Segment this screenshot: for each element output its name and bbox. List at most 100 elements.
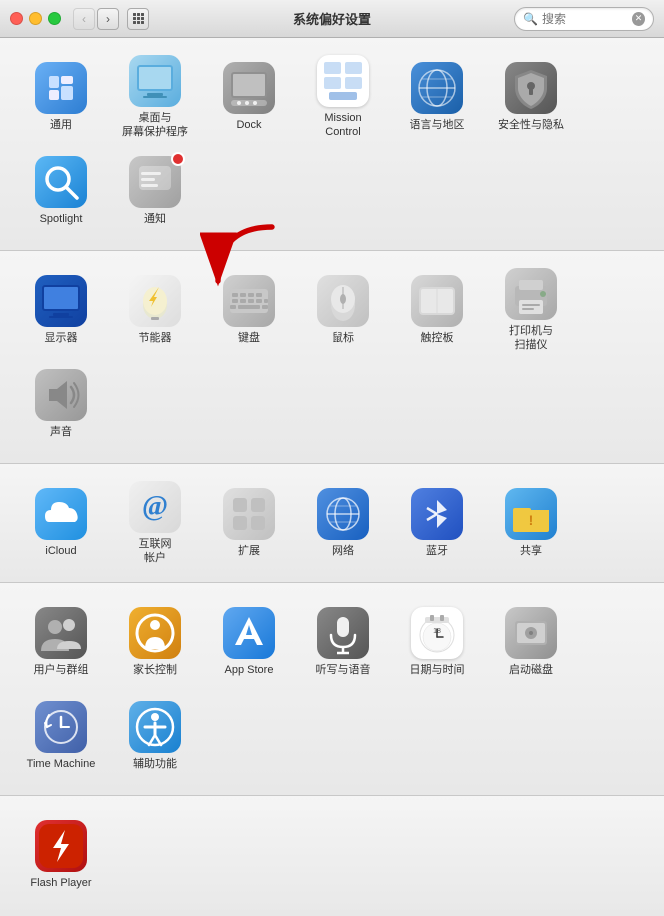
network-label: 网络 xyxy=(332,544,354,558)
sidebar-item-sound[interactable]: 声音 xyxy=(16,359,106,449)
sidebar-item-display[interactable]: 显示器 xyxy=(16,265,106,355)
sidebar-item-language[interactable]: 语言与地区 xyxy=(392,52,482,142)
dock-icon xyxy=(223,62,275,114)
keyboard-icon xyxy=(223,275,275,327)
sidebar-item-spotlight[interactable]: Spotlight xyxy=(16,146,106,236)
search-box[interactable]: 🔍 ✕ xyxy=(514,7,654,31)
internet-accounts-label: 互联网帐户 xyxy=(139,537,172,566)
titlebar: ‹ › 系统偏好设置 🔍 ✕ xyxy=(0,0,664,38)
dictation-icon xyxy=(317,607,369,659)
users-icon xyxy=(35,607,87,659)
bluetooth-icon xyxy=(411,488,463,540)
keyboard-label: 键盘 xyxy=(238,331,260,345)
sidebar-item-timemachine[interactable]: Time Machine xyxy=(16,691,106,781)
section-system-grid: 用户与群组 家长控制 xyxy=(16,597,648,781)
sidebar-item-internet-accounts[interactable]: @ 互联网帐户 xyxy=(110,478,200,568)
search-input[interactable] xyxy=(542,12,632,26)
grid-button[interactable] xyxy=(127,8,149,30)
section-personal: 通用 桌面与屏幕保护程序 xyxy=(0,38,664,251)
sidebar-item-desktop[interactable]: 桌面与屏幕保护程序 xyxy=(110,52,200,142)
notify-label: 通知 xyxy=(144,212,166,226)
printer-label: 打印机与扫描仪 xyxy=(509,324,553,353)
language-icon xyxy=(411,62,463,114)
sidebar-item-datetime[interactable]: 18 日期与时间 xyxy=(392,597,482,687)
datetime-icon: 18 xyxy=(411,607,463,659)
sidebar-item-printer[interactable]: 打印机与扫描仪 xyxy=(486,265,576,355)
mission-label: MissionControl xyxy=(324,111,361,140)
sidebar-item-startup[interactable]: 启动磁盘 xyxy=(486,597,576,687)
mouse-label: 鼠标 xyxy=(332,331,354,345)
section-internet: iCloud @ 互联网帐户 xyxy=(0,464,664,583)
section-hardware-grid: 显示器 节能器 xyxy=(16,265,648,449)
sidebar-item-mission[interactable]: MissionControl xyxy=(298,52,388,142)
grid-icon xyxy=(133,13,144,24)
appstore-icon xyxy=(223,607,275,659)
close-button[interactable] xyxy=(10,12,23,25)
sidebar-item-access[interactable]: 辅助功能 xyxy=(110,691,200,781)
sidebar-item-icloud[interactable]: iCloud xyxy=(16,478,106,568)
startup-label: 启动磁盘 xyxy=(509,663,553,677)
sidebar-item-users[interactable]: 用户与群组 xyxy=(16,597,106,687)
sidebar-item-share[interactable]: ! 共享 xyxy=(486,478,576,568)
energy-label: 节能器 xyxy=(139,331,172,345)
sidebar-item-parental[interactable]: 家长控制 xyxy=(110,597,200,687)
section-other: Flash Player xyxy=(0,796,664,916)
dictation-label: 听写与语音 xyxy=(316,663,371,677)
general-icon xyxy=(35,62,87,114)
sidebar-item-keyboard[interactable]: 键盘 xyxy=(204,265,294,355)
section-personal-grid: 通用 桌面与屏幕保护程序 xyxy=(16,52,648,236)
sidebar-item-mouse[interactable]: 鼠标 xyxy=(298,265,388,355)
notify-badge xyxy=(171,152,185,166)
sidebar-item-dock[interactable]: Dock xyxy=(204,52,294,142)
sidebar-item-security[interactable]: 安全性与隐私 xyxy=(486,52,576,142)
forward-button[interactable]: › xyxy=(97,8,119,30)
startup-icon xyxy=(505,607,557,659)
flash-icon xyxy=(35,820,87,872)
main-content: 通用 桌面与屏幕保护程序 xyxy=(0,38,664,585)
printer-icon xyxy=(505,268,557,320)
share-icon: ! xyxy=(505,488,557,540)
minimize-button[interactable] xyxy=(29,12,42,25)
spotlight-icon xyxy=(35,156,87,208)
sidebar-item-bluetooth[interactable]: 蓝牙 xyxy=(392,478,482,568)
search-icon: 🔍 xyxy=(523,12,538,26)
maximize-button[interactable] xyxy=(48,12,61,25)
sidebar-item-dictation[interactable]: 听写与语音 xyxy=(298,597,388,687)
internet-accounts-icon: @ xyxy=(129,481,181,533)
section-system: 用户与群组 家长控制 xyxy=(0,583,664,796)
parental-icon xyxy=(129,607,181,659)
section-hardware: 显示器 节能器 xyxy=(0,251,664,464)
section-other-grid: Flash Player xyxy=(16,810,648,900)
window-title: 系统偏好设置 xyxy=(293,9,371,28)
display-icon xyxy=(35,275,87,327)
icloud-icon xyxy=(35,488,87,540)
back-button[interactable]: ‹ xyxy=(73,8,95,30)
sidebar-item-energy[interactable]: 节能器 xyxy=(110,265,200,355)
general-label: 通用 xyxy=(50,118,72,132)
trackpad-icon xyxy=(411,275,463,327)
extension-icon xyxy=(223,488,275,540)
sidebar-item-network[interactable]: 网络 xyxy=(298,478,388,568)
spotlight-label: Spotlight xyxy=(40,212,83,226)
svg-text:!: ! xyxy=(529,512,534,528)
sidebar-item-notify[interactable]: 通知 xyxy=(110,146,200,236)
sound-icon xyxy=(35,369,87,421)
sidebar-item-general[interactable]: 通用 xyxy=(16,52,106,142)
section-internet-grid: iCloud @ 互联网帐户 xyxy=(16,478,648,568)
display-label: 显示器 xyxy=(45,331,78,345)
timemachine-label: Time Machine xyxy=(27,757,96,771)
language-label: 语言与地区 xyxy=(410,118,465,132)
bluetooth-label: 蓝牙 xyxy=(426,544,448,558)
users-label: 用户与群组 xyxy=(34,663,89,677)
sidebar-item-trackpad[interactable]: 触控板 xyxy=(392,265,482,355)
security-icon xyxy=(505,62,557,114)
sidebar-item-flash[interactable]: Flash Player xyxy=(16,810,106,900)
sidebar-item-extension[interactable]: 扩展 xyxy=(204,478,294,568)
extension-label: 扩展 xyxy=(238,544,260,558)
search-clear-button[interactable]: ✕ xyxy=(632,12,645,26)
sidebar-item-appstore[interactable]: App Store xyxy=(204,597,294,687)
trackpad-label: 触控板 xyxy=(421,331,454,345)
flash-label: Flash Player xyxy=(30,876,91,890)
access-icon xyxy=(129,701,181,753)
mouse-icon xyxy=(317,275,369,327)
